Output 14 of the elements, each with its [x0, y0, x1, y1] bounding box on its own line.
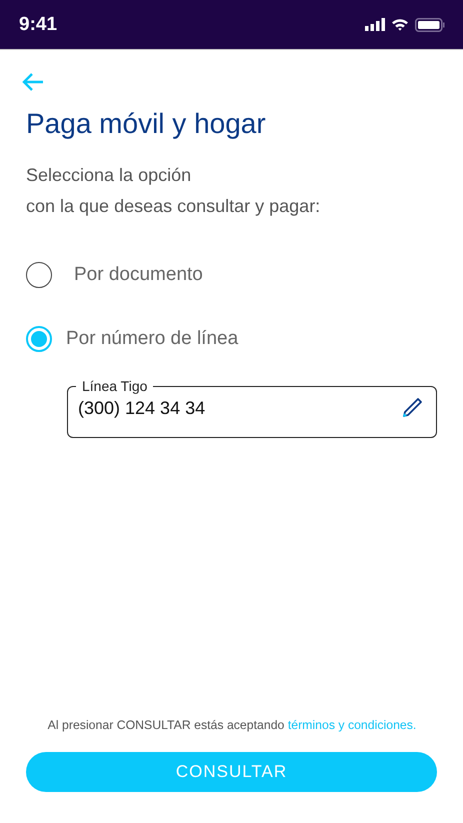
wifi-icon — [391, 18, 409, 31]
instruction-text: con la que deseas consultar y pagar: — [26, 195, 322, 218]
option-label[interactable]: Por número de línea — [66, 328, 238, 350]
option-label[interactable]: Por documento — [74, 264, 203, 286]
status-time: 9:41 — [19, 14, 58, 36]
phone-line-field[interactable]: Línea Tigo (300) 124 34 34 — [67, 378, 437, 438]
signal-icon — [365, 18, 385, 31]
radio-button[interactable] — [26, 262, 52, 288]
battery-icon — [415, 18, 445, 32]
field-label: Línea Tigo — [81, 378, 148, 394]
radio-button[interactable] — [26, 326, 52, 352]
instruction-text: Selecciona la opción — [26, 164, 192, 187]
terms-text: Al presionar CONSULTAR estás aceptando términos y condiciones. — [46, 718, 418, 732]
page-title: Paga móvil y hogar — [26, 108, 267, 140]
